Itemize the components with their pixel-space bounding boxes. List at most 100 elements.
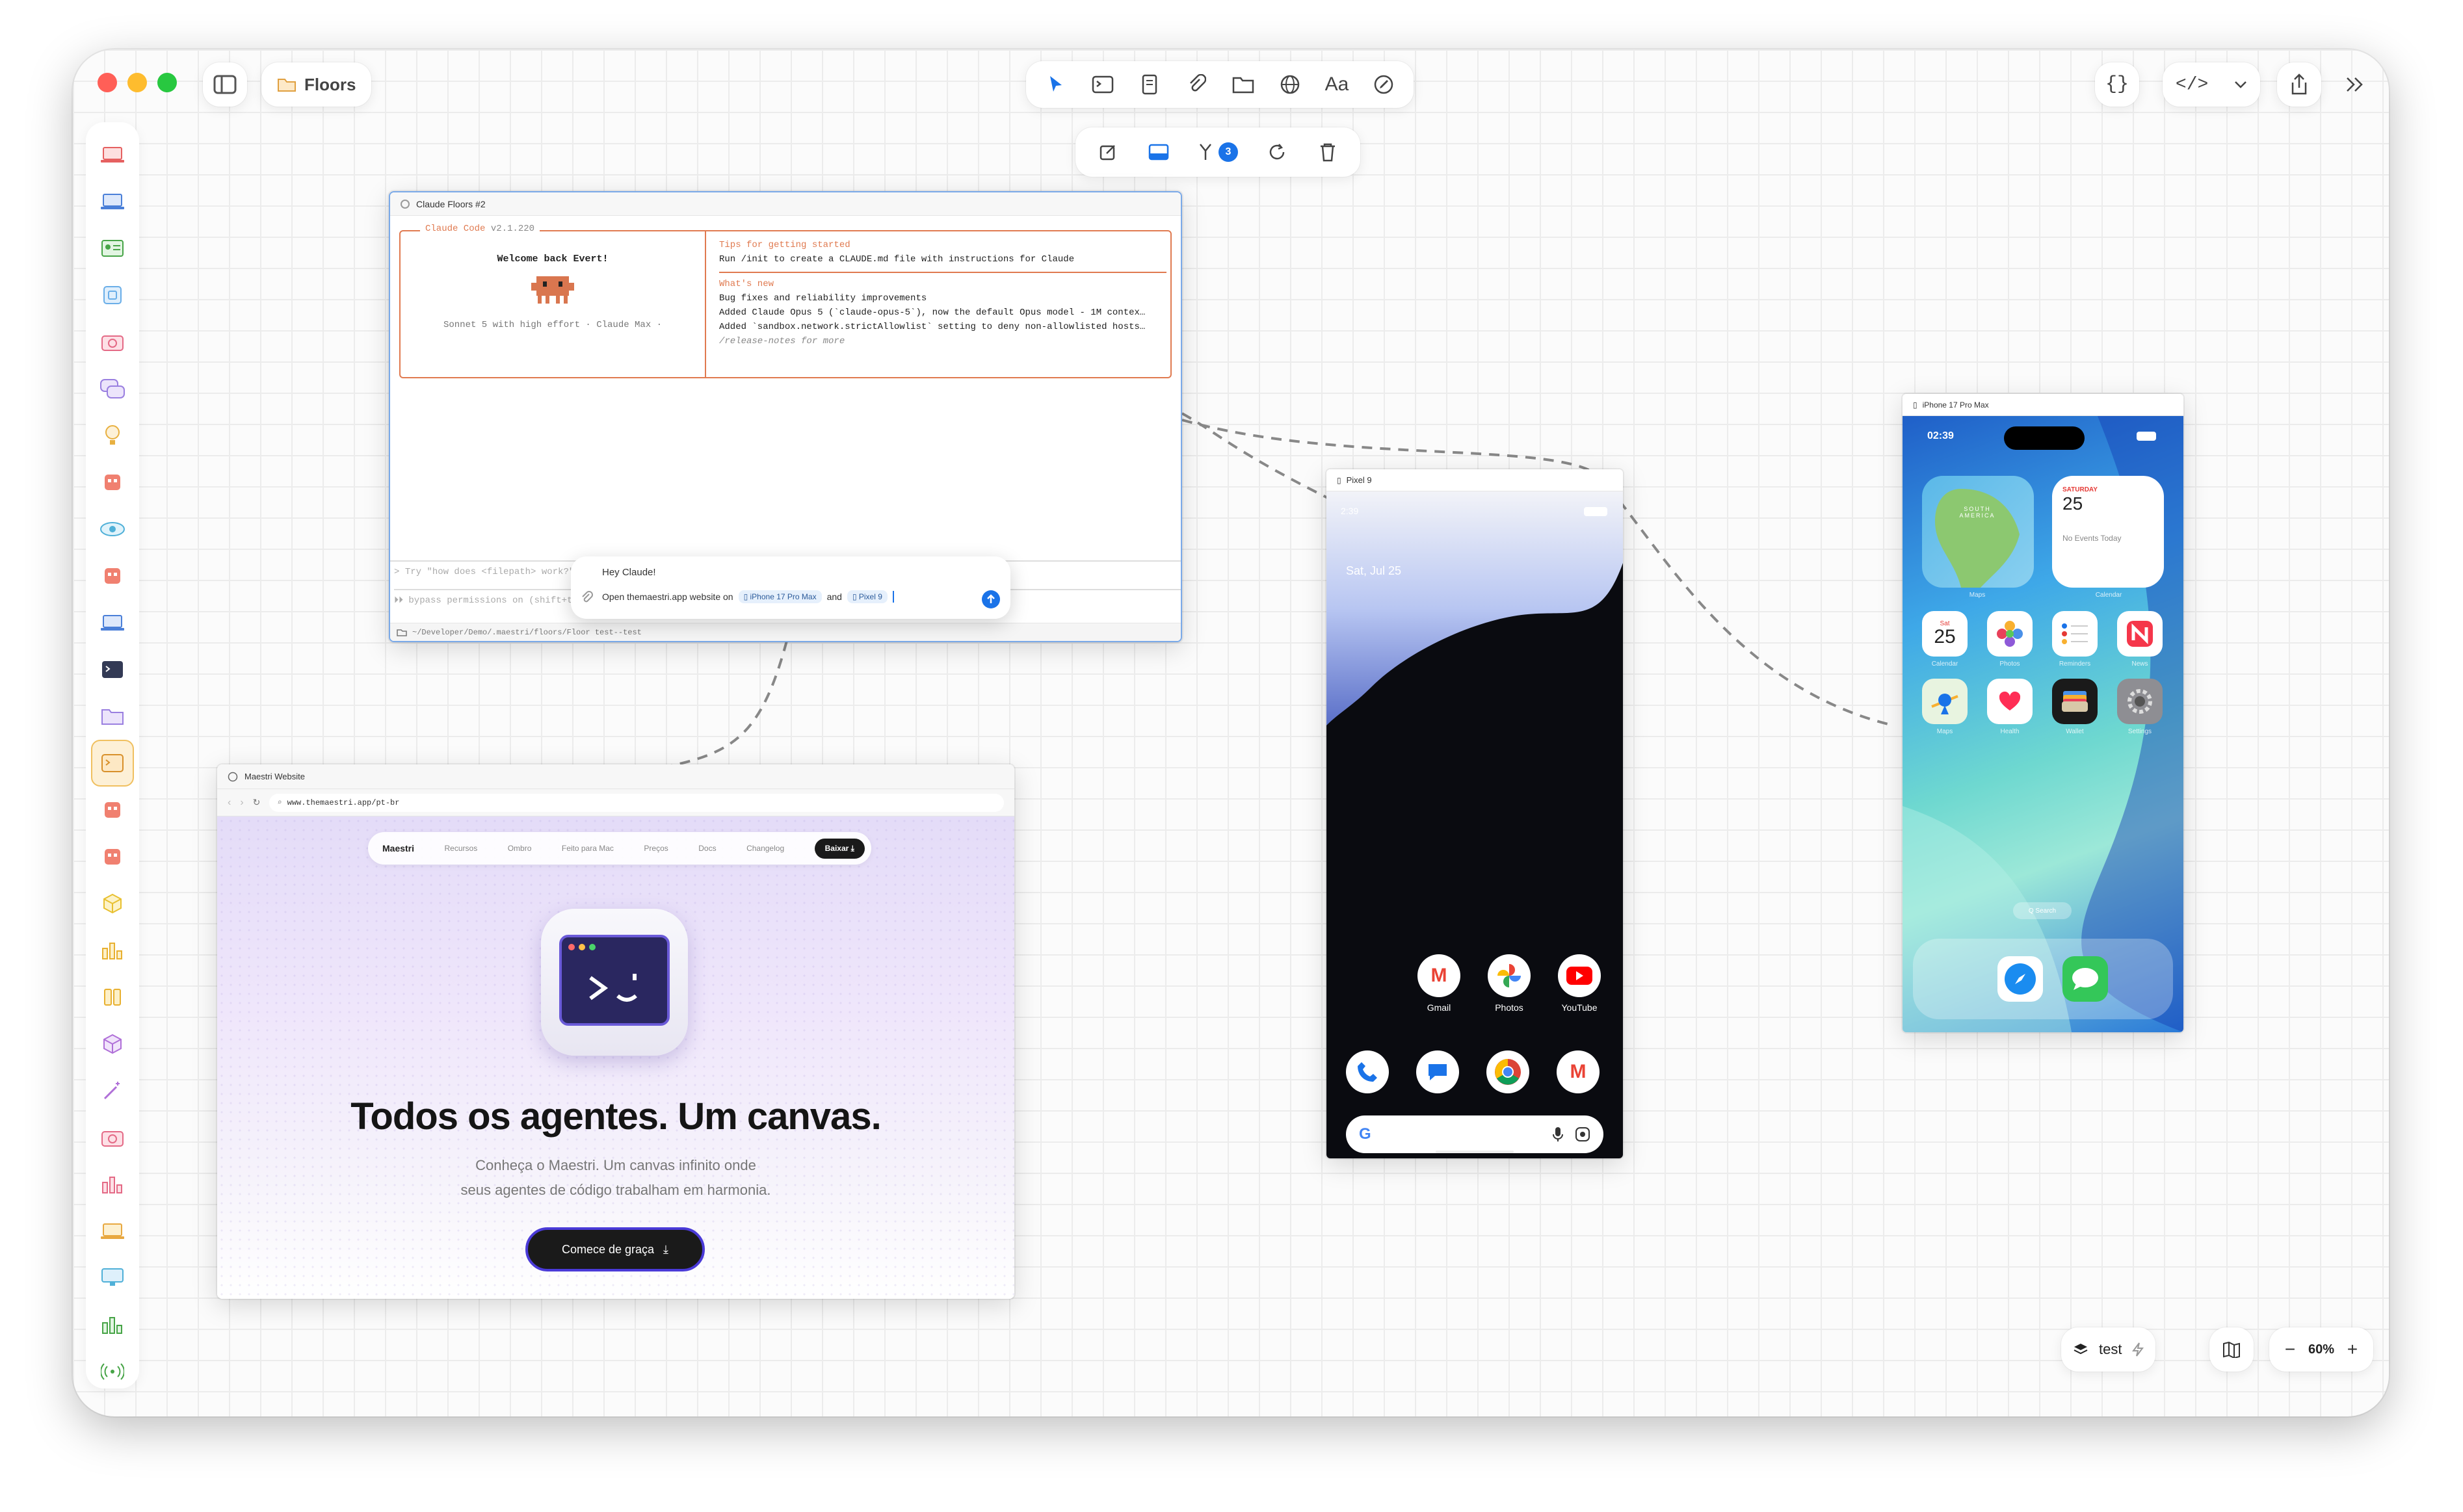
calendar-widget[interactable]: SATURDAY 25 No Events Today (2052, 476, 2164, 588)
app-label: Photos (1999, 660, 2020, 668)
hero-sub-1: Conheça o Maestri. Um canvas infinito on… (475, 1157, 756, 1173)
browser-card-header[interactable]: Maestri Website (217, 764, 1014, 789)
nav-link[interactable]: Changelog (746, 844, 784, 853)
release-notes-hint: /release-notes for more (719, 336, 845, 346)
iphone-card[interactable]: ▯ iPhone 17 Pro Max 02:39 SOUTH AMERICA M… (1903, 394, 2183, 1032)
working-path: ~/Developer/Demo/.maestri/floors/Floor t… (412, 627, 642, 637)
app-window: Floors Aa {} </> 3 Claude Floors #2 Clau… (73, 49, 2389, 1416)
terminal-card-header[interactable]: Claude Floors #2 (390, 192, 1181, 216)
url-text: www.themaestri.app/pt-br (287, 798, 400, 807)
health-app[interactable] (1987, 679, 2033, 724)
nav-link[interactable]: Docs (698, 844, 716, 853)
app-label: Maps (1936, 728, 1953, 735)
cta-button[interactable]: Comece de graça ⤓ (525, 1227, 705, 1271)
tips-text: Run /init to create a CLAUDE.md file wit… (719, 254, 1075, 265)
lens-icon[interactable] (1575, 1127, 1590, 1142)
pixel-card[interactable]: ▯ Pixel 9 2:39 Sat, Jul 25 M Gmail Photos… (1326, 469, 1623, 1158)
website-viewport: Maestri Recursos Ombro Feito para Mac Pr… (217, 816, 1014, 1299)
claude-mascot-icon (531, 276, 574, 304)
pixel-card-header[interactable]: ▯ Pixel 9 (1326, 469, 1623, 491)
map-icon (1935, 489, 2020, 588)
play-icon (1566, 967, 1592, 985)
iphone-card-header[interactable]: ▯ iPhone 17 Pro Max (1903, 394, 2183, 416)
nav-link[interactable]: Preços (644, 844, 668, 853)
chrome-app[interactable] (1486, 1050, 1529, 1093)
photos-label: Photos (1495, 1002, 1523, 1013)
chat-and: and (826, 592, 842, 602)
calendar-app[interactable]: Sat 25 (1922, 611, 1968, 657)
wallet-icon (2062, 691, 2088, 712)
news-app[interactable] (2117, 611, 2163, 657)
hero-sub-2: seus agentes de código trabalham em harm… (460, 1182, 771, 1198)
phone-app[interactable] (1346, 1050, 1389, 1093)
list-icon (2062, 623, 2088, 644)
zoom-out-button[interactable]: − (2285, 1339, 2295, 1360)
app-label: News (2131, 660, 2148, 668)
app-label: Wallet (2066, 728, 2084, 735)
paperclip-icon[interactable] (580, 590, 593, 605)
maestri-app-icon (541, 909, 688, 1056)
news-item: Bug fixes and reliability improvements (719, 293, 927, 304)
photos-app[interactable] (1987, 611, 2033, 657)
welcome-text: Welcome back Evert! (497, 254, 609, 265)
floor-status[interactable]: test (2061, 1327, 2156, 1372)
calendar-day: SATURDAY (2062, 486, 2098, 493)
settings-app[interactable] (2117, 679, 2163, 724)
spotlight-search[interactable]: Q Search (2013, 902, 2072, 919)
calendar-date: 25 (2062, 493, 2083, 514)
youtube-label: YouTube (1561, 1002, 1598, 1013)
gmail-dock-app[interactable]: M (1557, 1050, 1600, 1093)
site-brand[interactable]: Maestri (382, 843, 414, 854)
gmail-label: Gmail (1427, 1002, 1451, 1013)
wallet-app[interactable] (2052, 679, 2098, 724)
site-nav: Maestri Recursos Ombro Feito para Mac Pr… (368, 832, 871, 865)
hero-headline: Todos os agentes. Um canvas. (350, 1095, 881, 1138)
gear-icon (2127, 689, 2152, 714)
messages-app[interactable] (1416, 1050, 1459, 1093)
messages-app[interactable] (2062, 956, 2108, 1002)
google-search-bar[interactable]: G (1346, 1115, 1603, 1153)
nav-link[interactable]: Ombro (508, 844, 532, 853)
bolt-icon[interactable] (2132, 1342, 2144, 1357)
gmail-app[interactable]: M (1417, 954, 1460, 997)
mic-icon[interactable] (1553, 1127, 1563, 1142)
dynamic-island (2004, 426, 2085, 450)
news-item: Added `sandbox.network.strictAllowlist` … (719, 322, 1146, 332)
chip-label: Pixel 9 (858, 592, 882, 601)
nav-link[interactable]: Recursos (445, 844, 478, 853)
device-chip-pixel[interactable]: ▯ Pixel 9 (847, 590, 888, 603)
cta-label: Comece de graça (561, 1242, 655, 1256)
reload-icon[interactable]: ↻ (253, 797, 261, 808)
heart-icon (1999, 691, 2021, 710)
url-bar[interactable]: ⌕ www.themaestri.app/pt-br (269, 793, 1004, 812)
pixel-screen[interactable]: 2:39 Sat, Jul 25 M Gmail Photos YouTube … (1326, 491, 1623, 1158)
iphone-title: iPhone 17 Pro Max (1922, 400, 1989, 410)
browser-card[interactable]: Maestri Website ‹ › ↻ ⌕ www.themaestri.a… (217, 764, 1014, 1299)
map-icon (2223, 1341, 2240, 1358)
device-chip-iphone[interactable]: ▯ iPhone 17 Pro Max (738, 590, 822, 603)
maps-widget-label: Maps (1969, 592, 1986, 599)
chat-composer[interactable]: Hey Claude! Open themaestri.app website … (571, 556, 1010, 619)
chrome-icon (1495, 1059, 1521, 1085)
download-button[interactable]: Baixar ⤓ (814, 838, 865, 859)
iphone-screen[interactable]: 02:39 SOUTH AMERICA Maps SATURDAY 25 No … (1903, 416, 2183, 1032)
pixel-title: Pixel 9 (1346, 475, 1372, 485)
safari-app[interactable] (1997, 956, 2043, 1002)
map-label: SOUTH AMERICA (1959, 506, 1995, 519)
search-label: Q Search (2028, 907, 2057, 915)
nav-link[interactable]: Feito para Mac (562, 844, 614, 853)
zoom-in-button[interactable]: + (2347, 1339, 2358, 1360)
photos-app[interactable] (1488, 954, 1531, 997)
back-icon[interactable]: ‹ (228, 797, 231, 809)
maps-widget[interactable]: SOUTH AMERICA (1922, 476, 2034, 588)
maps-app[interactable] (1922, 679, 1968, 724)
calendar-events: No Events Today (2062, 534, 2122, 543)
zoom-level: 60% (2308, 1342, 2335, 1357)
forward-icon[interactable]: › (240, 797, 243, 809)
pixel-date: Sat, Jul 25 (1346, 564, 1402, 577)
calendar-icon-date: 25 (1934, 626, 1956, 647)
minimap-button[interactable] (2209, 1327, 2254, 1372)
youtube-app[interactable] (1558, 954, 1601, 997)
reminders-app[interactable] (2052, 611, 2098, 657)
send-button[interactable] (982, 590, 1000, 608)
